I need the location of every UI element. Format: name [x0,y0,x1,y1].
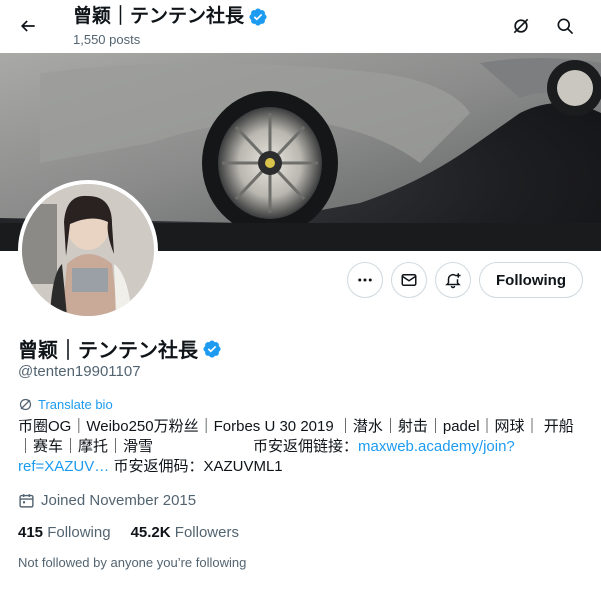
message-icon [401,274,417,286]
search-button[interactable] [549,10,581,42]
bio-line-3: ref=XAZUV… 币安返佣码：XAZUVML1 [18,457,584,477]
bio-referral-code: 币安返佣码：XAZUVML1 [109,458,283,475]
grok-icon [513,18,529,34]
followers-count: 45.2K [130,524,171,541]
calendar-icon [19,494,34,508]
verified-badge-icon [249,8,267,26]
joined-date-row: Joined November 2015 [18,492,196,509]
profile-name: 曾颖｜テンテン社長 [18,340,198,362]
bio-line-2-referral-label: 币安返佣链接： [253,438,359,455]
translate-bio-link[interactable]: Translate bio [18,397,113,412]
back-arrow-icon [20,20,35,32]
following-stat[interactable]: 415 Following [18,524,111,541]
grok-button[interactable] [505,10,537,42]
profile-handle: @tenten19901107 [18,363,141,380]
notifications-button[interactable] [435,262,472,298]
back-button[interactable] [12,10,44,42]
message-button[interactable] [391,262,428,298]
posts-count: 1,550 posts [73,32,141,47]
header-title-block: 曾颖｜テンテン社長 1,550 posts [73,5,268,48]
profile-bio: 币圈OG｜Weibo250万粉丝｜Forbes U 30 2019 ｜潜水｜射击… [18,417,584,477]
following-button[interactable]: Following [479,262,583,298]
more-button[interactable] [347,262,384,298]
more-icon [358,278,372,282]
translate-bio-label: Translate bio [38,397,113,412]
not-followed-note: Not followed by anyone you’re following [18,555,247,570]
followers-stat[interactable]: 45.2K Followers [131,524,239,541]
top-bar: 曾颖｜テンテン社長 1,550 posts [0,0,601,53]
following-count: 415 [18,524,44,541]
bio-line-1: 币圈OG｜Weibo250万粉丝｜Forbes U 30 2019 ｜潜水｜射击… [18,418,574,435]
header-name: 曾颖｜テンテン社長 [73,6,245,27]
avatar-photo [22,184,154,316]
search-icon [557,18,573,34]
joined-date: Joined November 2015 [41,492,197,509]
header-name-row: 曾颖｜テンテン社長 [73,5,268,29]
profile-avatar[interactable] [18,180,158,320]
translate-icon [19,398,32,411]
followers-label: Followers [174,524,239,541]
profile-actions: Following [347,262,583,298]
bio-referral-link[interactable]: maxweb.academy/join? [358,438,515,455]
bio-line-2: ｜赛车｜摩托｜滑雪 币安返佣链接：maxweb.academy/join? [18,437,584,457]
following-label: Following [47,524,111,541]
follow-stats: 415 Following 45.2K Followers [18,524,239,541]
bio-line-2-hobbies: ｜赛车｜摩托｜滑雪 [18,438,154,455]
notification-bell-icon [445,273,461,289]
profile-name-row: 曾颖｜テンテン社長 [18,334,222,363]
verified-badge-icon[interactable] [202,339,222,359]
bio-referral-link-cont[interactable]: ref=XAZUV… [18,458,109,475]
